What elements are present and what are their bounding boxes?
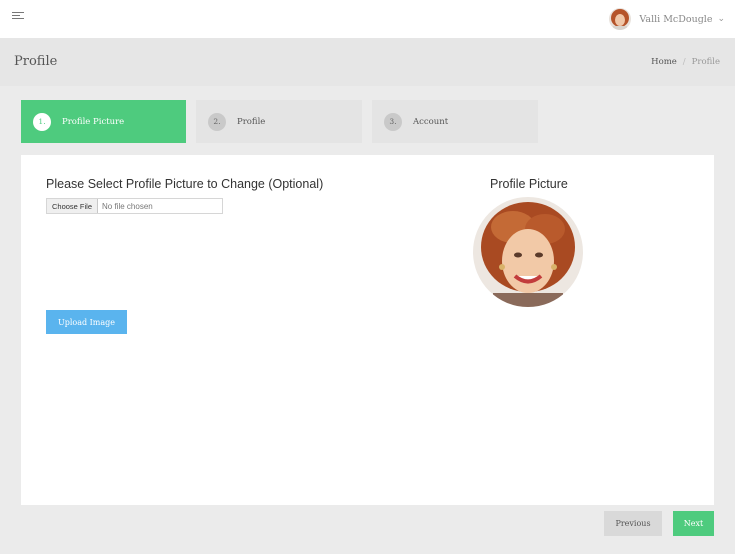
breadcrumb-current: Profile [691, 57, 720, 67]
breadcrumb: Home / Profile [651, 57, 720, 67]
wizard-step-profile-picture[interactable]: 1. Profile Picture [21, 100, 186, 143]
step-label: Account [413, 116, 449, 127]
choose-file-button[interactable]: Choose File [47, 199, 99, 213]
user-avatar-icon [609, 8, 632, 30]
step-label: Profile Picture [62, 116, 125, 127]
file-status-text: No file chosen [102, 201, 153, 211]
page-header: Profile Home / Profile [0, 38, 735, 86]
breadcrumb-home-link[interactable]: Home [651, 57, 677, 67]
wizard-step-account[interactable]: 3. Account [372, 100, 538, 143]
breadcrumb-separator: / [682, 57, 686, 67]
profile-picture-title: Profile Picture [490, 177, 568, 191]
user-name: Valli McDougle [639, 13, 713, 25]
top-navbar: Valli McDougle ⌄ [0, 0, 735, 38]
wizard-step-profile[interactable]: 2. Profile [196, 100, 362, 143]
step-number: 3. [384, 112, 402, 131]
file-input[interactable]: Choose File No file chosen [46, 198, 223, 214]
page-title: Profile [14, 54, 58, 69]
chevron-down-icon[interactable]: ⌄ [717, 14, 725, 24]
profile-picture-panel: Please Select Profile Picture to Change … [21, 155, 714, 505]
upload-image-button[interactable]: Upload Image [46, 310, 127, 334]
step-number: 2. [208, 112, 226, 131]
step-label: Profile [237, 116, 266, 127]
profile-picture-image [473, 197, 583, 307]
hamburger-menu-icon[interactable] [12, 12, 24, 22]
select-picture-label: Please Select Profile Picture to Change … [46, 177, 324, 191]
previous-button[interactable]: Previous [604, 511, 662, 536]
next-button[interactable]: Next [673, 511, 714, 536]
step-number: 1. [33, 112, 51, 131]
user-menu[interactable]: Valli McDougle ⌄ [609, 6, 725, 32]
